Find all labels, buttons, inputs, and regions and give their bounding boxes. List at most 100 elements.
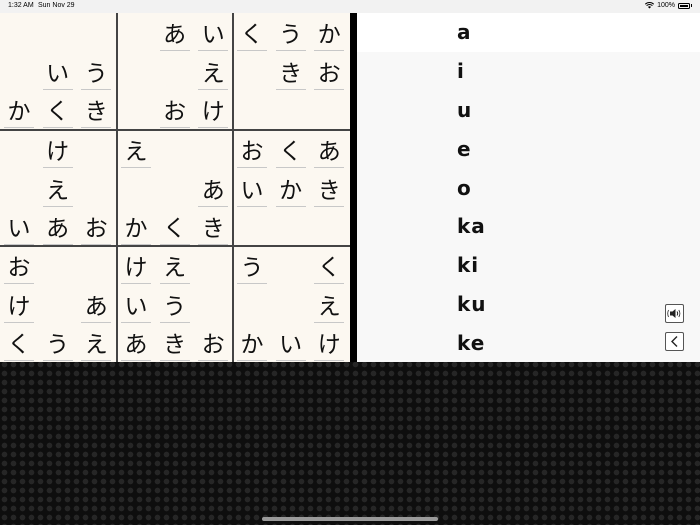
- board-cell-filled[interactable]: い: [233, 169, 271, 207]
- board-cell-empty[interactable]: [194, 130, 232, 168]
- board-cell-filled[interactable]: け: [194, 90, 232, 129]
- board-cell-empty[interactable]: [233, 207, 271, 245]
- cell-value: く: [314, 257, 345, 284]
- board-cell-empty[interactable]: [194, 285, 232, 323]
- cell-value: [4, 48, 34, 51]
- board-cell-filled[interactable]: あ: [310, 130, 348, 168]
- board-cell-empty[interactable]: [233, 52, 271, 90]
- board-cell-empty[interactable]: [156, 169, 194, 207]
- board-cell-empty[interactable]: [77, 130, 115, 168]
- board-cell-filled[interactable]: か: [117, 207, 155, 246]
- board-cell-filled[interactable]: お: [233, 130, 271, 168]
- board-cell-filled[interactable]: く: [39, 90, 77, 129]
- board-cell-empty[interactable]: [310, 90, 348, 128]
- board-cell-filled[interactable]: か: [0, 90, 38, 129]
- board-cell-empty[interactable]: [117, 52, 155, 90]
- board-cell-empty[interactable]: [0, 52, 38, 90]
- board-cell-filled[interactable]: き: [156, 323, 194, 362]
- board-cell-filled[interactable]: う: [39, 323, 77, 362]
- answer-option[interactable]: o: [357, 168, 700, 207]
- board-cell-filled[interactable]: い: [39, 52, 77, 90]
- board-cell-empty[interactable]: [0, 13, 38, 51]
- board-cell-filled[interactable]: う: [233, 246, 271, 284]
- board-cell-filled[interactable]: え: [39, 169, 77, 207]
- cell-value: く: [159, 218, 190, 246]
- cell-value: け: [42, 141, 73, 168]
- board-cell-filled[interactable]: あ: [194, 169, 232, 207]
- board-cell-empty[interactable]: [77, 246, 115, 284]
- board-cell-filled[interactable]: あ: [156, 13, 194, 51]
- cell-value: お: [237, 141, 267, 168]
- board-cell-filled[interactable]: か: [233, 323, 271, 362]
- board-cell-empty[interactable]: [156, 52, 194, 90]
- board-cell-filled[interactable]: い: [117, 285, 155, 323]
- board-cell-filled[interactable]: う: [272, 13, 310, 51]
- board-cell-filled[interactable]: え: [117, 130, 155, 168]
- answer-option[interactable]: ke: [357, 323, 700, 362]
- board-cell-filled[interactable]: け: [39, 130, 77, 168]
- board-cell-filled[interactable]: き: [310, 169, 348, 207]
- board-cell-filled[interactable]: う: [77, 52, 115, 90]
- board-cell-filled[interactable]: け: [310, 323, 348, 362]
- board-cell-filled[interactable]: お: [310, 52, 348, 90]
- board-cell-filled[interactable]: く: [310, 246, 348, 284]
- board-cell-filled[interactable]: う: [156, 285, 194, 323]
- board-cell-empty[interactable]: [272, 90, 310, 128]
- board-cell-filled[interactable]: い: [0, 207, 38, 246]
- board-cell-filled[interactable]: お: [0, 246, 38, 284]
- board-cell-empty[interactable]: [272, 285, 310, 323]
- board-cell-empty[interactable]: [39, 285, 77, 323]
- board-cell-filled[interactable]: い: [272, 323, 310, 362]
- board-cell-filled[interactable]: え: [194, 52, 232, 90]
- answer-option[interactable]: ki: [357, 246, 700, 285]
- board-cell-empty[interactable]: [233, 285, 271, 323]
- board-cell-filled[interactable]: く: [0, 323, 38, 362]
- board-cell-filled[interactable]: え: [77, 323, 115, 362]
- board-cell-filled[interactable]: け: [117, 246, 155, 284]
- answer-option[interactable]: ka: [357, 207, 700, 246]
- board-cell-filled[interactable]: お: [77, 207, 115, 246]
- board-cell-filled[interactable]: く: [156, 207, 194, 246]
- cell-value: き: [314, 179, 345, 207]
- board-cell-filled[interactable]: き: [272, 52, 310, 90]
- answer-option[interactable]: e: [357, 129, 700, 168]
- cell-value: う: [237, 257, 267, 284]
- board-cell-empty[interactable]: [117, 13, 155, 51]
- board-cell-empty[interactable]: [194, 246, 232, 284]
- board-cell-empty[interactable]: [233, 90, 271, 128]
- board-cell-empty[interactable]: [0, 130, 38, 168]
- board-cell-filled[interactable]: き: [77, 90, 115, 129]
- board-cell-empty[interactable]: [117, 90, 155, 128]
- board-cell-filled[interactable]: お: [156, 90, 194, 129]
- back-button[interactable]: [665, 332, 684, 351]
- board-cell-empty[interactable]: [77, 13, 115, 51]
- board-cell-empty[interactable]: [0, 169, 38, 207]
- board-cell-filled[interactable]: あ: [39, 207, 77, 246]
- board-cell-filled[interactable]: き: [194, 207, 232, 246]
- board-cell-filled[interactable]: け: [0, 285, 38, 323]
- board-cell-filled[interactable]: あ: [77, 285, 115, 323]
- board-cell-empty[interactable]: [156, 130, 194, 168]
- board-cell-empty[interactable]: [310, 207, 348, 245]
- answer-option[interactable]: i: [357, 52, 700, 91]
- sound-button[interactable]: [665, 304, 684, 323]
- board-cell-filled[interactable]: え: [156, 246, 194, 284]
- board-cell-filled[interactable]: あ: [117, 323, 155, 362]
- answer-option[interactable]: ku: [357, 285, 700, 324]
- answer-option[interactable]: u: [357, 91, 700, 130]
- board-cell-filled[interactable]: い: [194, 13, 232, 51]
- board-cell-empty[interactable]: [77, 169, 115, 207]
- board-cell-filled[interactable]: く: [233, 13, 271, 51]
- board-cell-empty[interactable]: [272, 246, 310, 284]
- answer-option[interactable]: a: [357, 13, 700, 52]
- board-cell-empty[interactable]: [272, 207, 310, 245]
- board-cell-empty[interactable]: [39, 13, 77, 51]
- board-cell-filled[interactable]: か: [272, 169, 310, 207]
- board-cell-filled[interactable]: く: [272, 130, 310, 168]
- board-cell-empty[interactable]: [39, 246, 77, 284]
- cell-value: [198, 165, 228, 168]
- board-cell-filled[interactable]: お: [194, 323, 232, 362]
- board-cell-filled[interactable]: え: [310, 285, 348, 323]
- board-cell-empty[interactable]: [117, 169, 155, 207]
- board-cell-filled[interactable]: か: [310, 13, 348, 51]
